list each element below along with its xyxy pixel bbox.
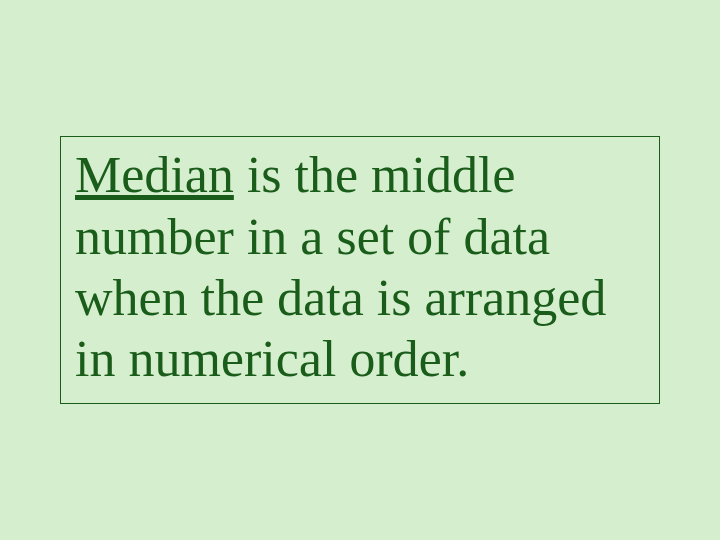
definition-text: Median is the middle number in a set of … — [75, 145, 645, 390]
definition-box: Median is the middle number in a set of … — [60, 136, 660, 403]
definition-term: Median — [75, 147, 234, 204]
